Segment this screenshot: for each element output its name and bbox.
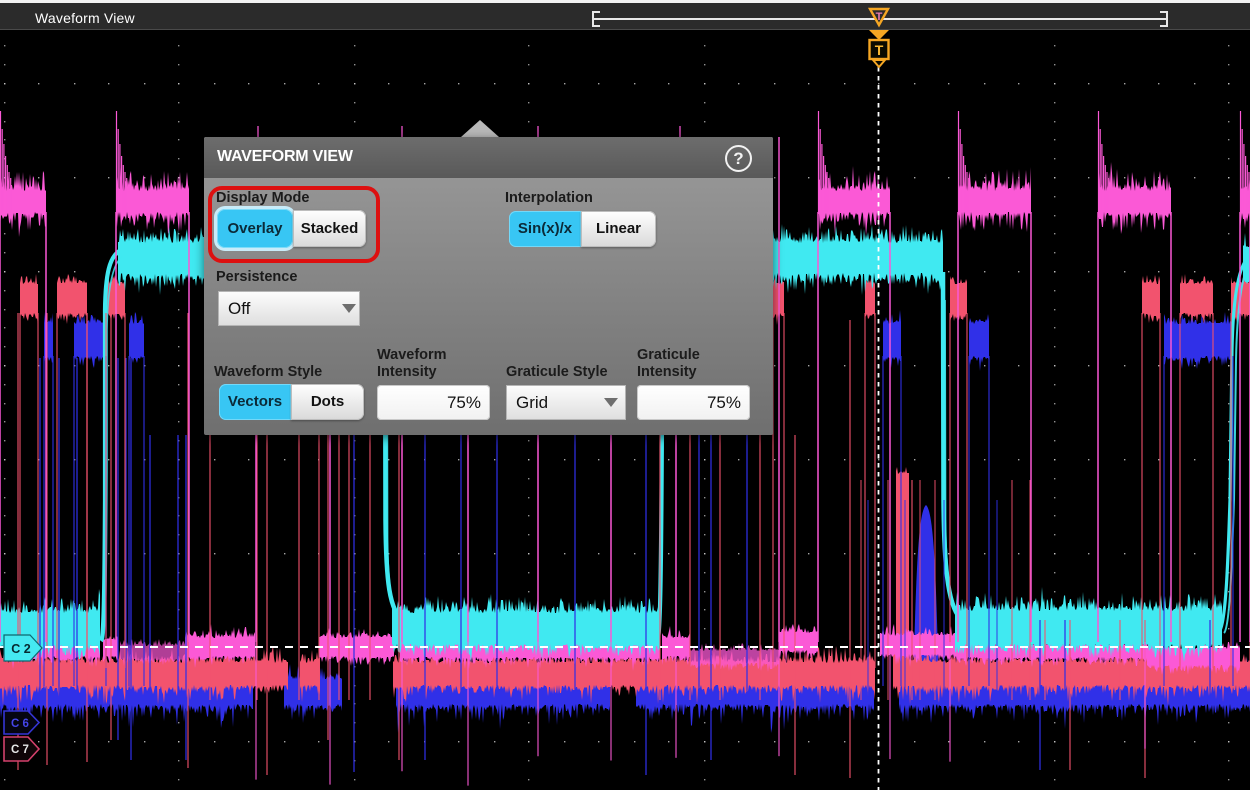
svg-text:T: T — [875, 42, 884, 58]
svg-text:T: T — [876, 11, 883, 23]
svg-text:C 2: C 2 — [11, 642, 31, 656]
svg-text:C 7: C 7 — [11, 744, 29, 756]
svg-text:C 6: C 6 — [11, 718, 29, 730]
